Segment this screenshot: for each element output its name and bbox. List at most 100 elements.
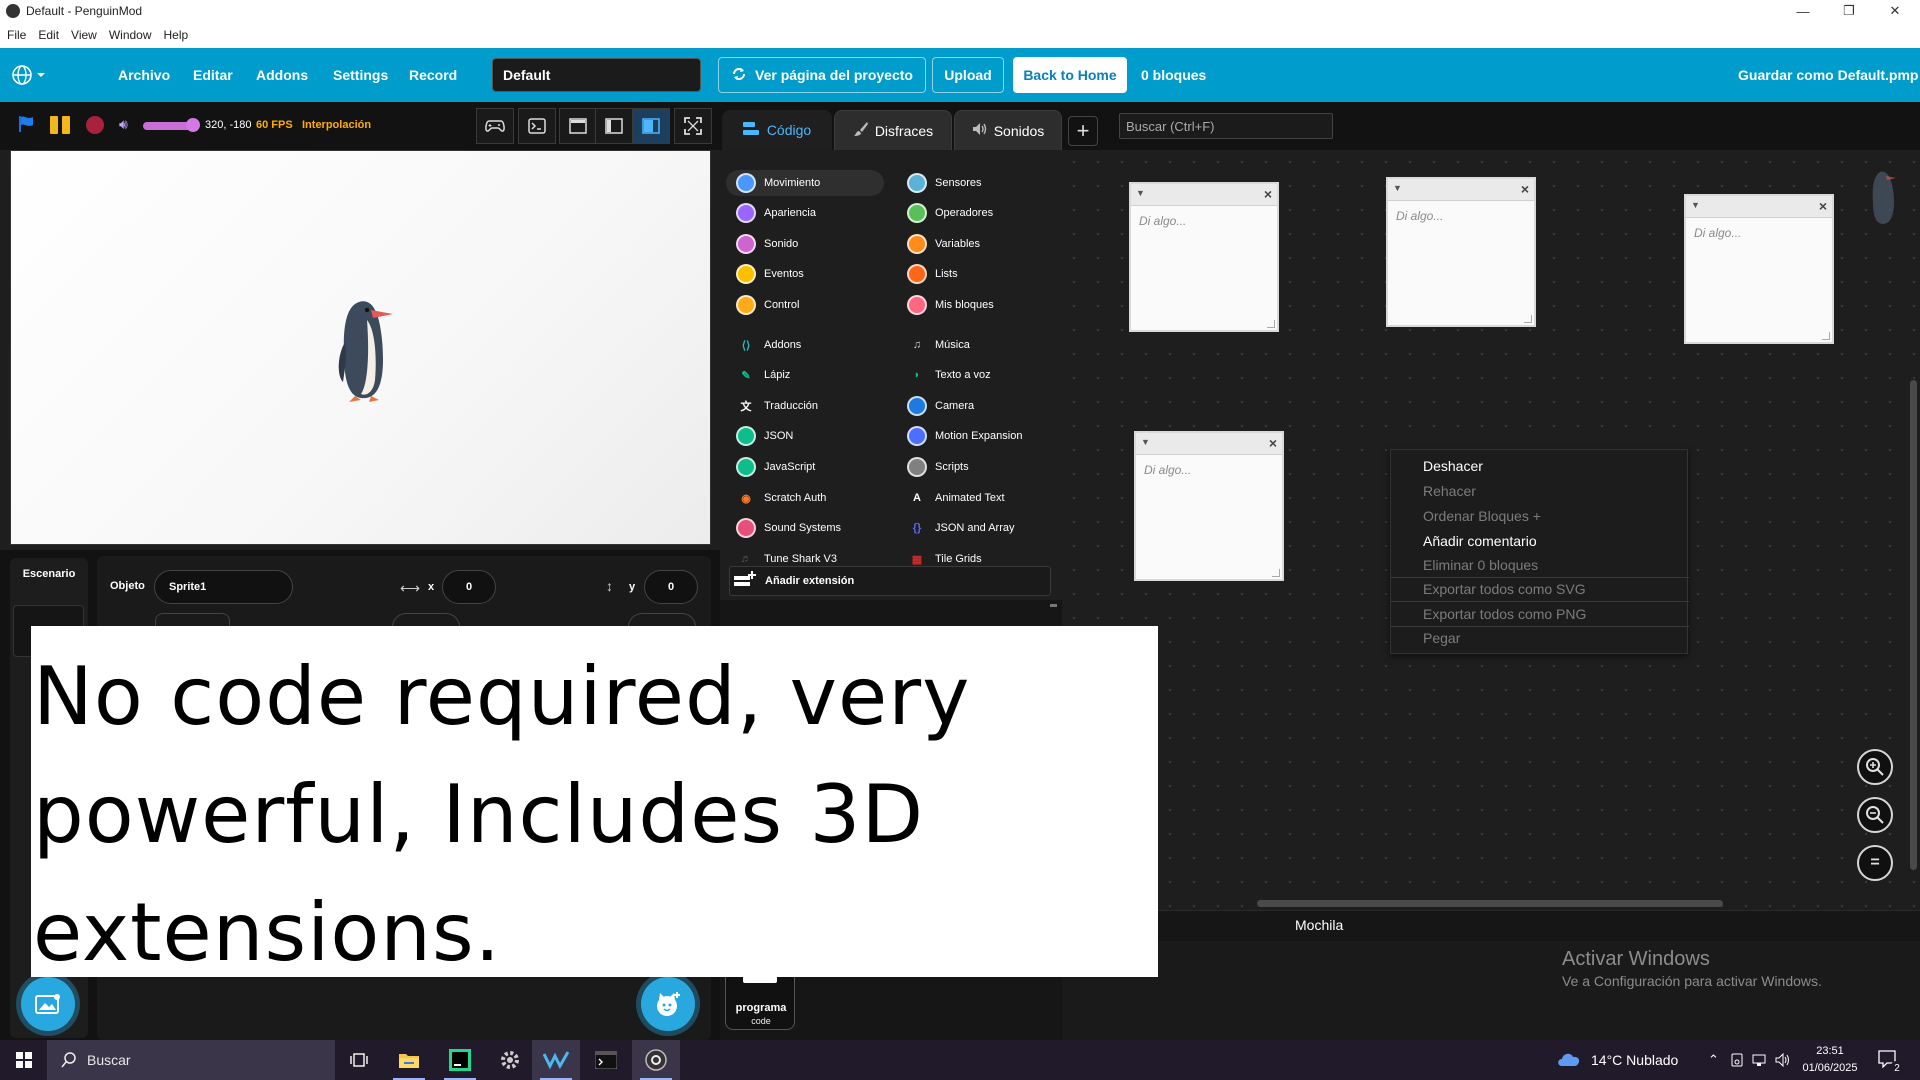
category-addons[interactable]: ⟨⟩ Addons	[726, 332, 884, 358]
block-search-input[interactable]: Buscar (Ctrl+F)	[1119, 113, 1333, 139]
close-comment-icon[interactable]: ×	[1521, 181, 1529, 197]
windows-start-icon[interactable]	[0, 1040, 48, 1080]
menu-editar[interactable]: Editar	[193, 48, 233, 102]
size-input[interactable]	[392, 613, 460, 627]
backpack-header[interactable]: Mochila	[1062, 910, 1920, 941]
comment-text[interactable]: Di algo...	[1136, 455, 1282, 485]
collapse-arrow-icon[interactable]: ▼	[1691, 200, 1700, 210]
add-backdrop-button[interactable]	[21, 977, 75, 1031]
menu-item-undo[interactable]: Deshacer	[1423, 458, 1483, 474]
menu-edit[interactable]: Edit	[38, 28, 59, 42]
taskbar-search[interactable]: Buscar	[47, 1040, 335, 1080]
close-comment-icon[interactable]: ×	[1819, 198, 1827, 214]
close-button[interactable]: ✕	[1872, 0, 1918, 22]
language-globe-icon[interactable]	[12, 48, 46, 102]
resize-handle[interactable]	[1524, 315, 1532, 323]
menu-record[interactable]: Record	[409, 48, 457, 102]
category-eventos[interactable]: Eventos	[726, 261, 884, 287]
project-title-input[interactable]: Default	[492, 58, 701, 92]
weather-cloud-icon[interactable]	[1556, 1049, 1582, 1072]
palette-scrollbar[interactable]	[1050, 604, 1057, 607]
category-lapiz[interactable]: ✎ Lápiz	[726, 362, 884, 388]
category-musica[interactable]: ♫ Música	[897, 332, 1057, 358]
tab-sounds[interactable]: Sonidos	[954, 110, 1062, 150]
resize-handle[interactable]	[1272, 569, 1280, 577]
network-icon[interactable]	[1752, 1040, 1768, 1080]
upload-button[interactable]: Upload	[932, 57, 1004, 93]
menu-item-delete-blocks[interactable]: Eliminar 0 bloques	[1423, 557, 1538, 573]
menu-window[interactable]: Window	[109, 28, 152, 42]
tray-chevron-icon[interactable]: ⌃	[1708, 1040, 1719, 1080]
comment-note[interactable]: ▼ × Di algo...	[1134, 431, 1284, 581]
category-camera[interactable]: Camera	[897, 393, 1057, 419]
resize-handle[interactable]	[1822, 332, 1830, 340]
large-stage-icon[interactable]	[632, 108, 670, 144]
category-control[interactable]: Control	[726, 292, 884, 318]
volume-icon[interactable]: 🔊︎	[119, 116, 128, 133]
volume-slider-knob[interactable]	[186, 118, 200, 132]
speaker-tray-icon[interactable]	[1775, 1040, 1791, 1080]
category-operadores[interactable]: Operadores	[897, 200, 1057, 226]
menu-item-paste[interactable]: Pegar	[1423, 630, 1460, 646]
weather-text[interactable]: 14°C Nublado	[1591, 1040, 1678, 1080]
x-position-input[interactable]: 0	[442, 570, 496, 604]
comment-text[interactable]: Di algo...	[1388, 201, 1534, 231]
menu-help[interactable]: Help	[164, 28, 189, 42]
collapse-arrow-icon[interactable]: ▼	[1393, 183, 1402, 193]
settings-gear-icon[interactable]	[486, 1040, 534, 1080]
comment-note[interactable]: ▼ × Di algo...	[1684, 194, 1834, 344]
normal-stage-icon[interactable]	[595, 108, 633, 144]
direction-input[interactable]	[628, 613, 696, 627]
category-sonido[interactable]: Sonido	[726, 231, 884, 257]
collapse-arrow-icon[interactable]: ▼	[1136, 188, 1145, 198]
task-view-icon[interactable]	[335, 1040, 383, 1080]
category-lists[interactable]: Lists	[897, 261, 1057, 287]
comment-note[interactable]: ▼ × Di algo...	[1129, 182, 1279, 332]
visual-studio-code-icon[interactable]	[532, 1040, 580, 1080]
console-icon[interactable]	[518, 108, 556, 144]
add-tab-button[interactable]: +	[1068, 116, 1098, 146]
fullscreen-icon[interactable]	[674, 108, 712, 144]
category-variables[interactable]: Variables	[897, 231, 1057, 257]
small-stage-icon[interactable]	[559, 108, 597, 144]
menu-item-export-png[interactable]: Exportar todos como PNG	[1423, 606, 1586, 622]
stop-icon[interactable]	[86, 116, 104, 134]
menu-item-redo[interactable]: Rehacer	[1423, 483, 1476, 499]
close-comment-icon[interactable]: ×	[1269, 435, 1277, 451]
category-sound-systems[interactable]: Sound Systems	[726, 515, 884, 541]
category-scratch-auth[interactable]: ◉ Scratch Auth	[726, 485, 884, 511]
workspace-horizontal-scrollbar[interactable]	[1257, 900, 1723, 907]
menu-item-export-svg[interactable]: Exportar todos como SVG	[1423, 581, 1586, 597]
green-flag-icon[interactable]	[17, 115, 35, 133]
penguin-sprite[interactable]	[331, 296, 403, 402]
menu-item-add-comment[interactable]: Añadir comentario	[1423, 533, 1537, 549]
taskbar-clock[interactable]: 23:51 01/06/2025	[1798, 1043, 1862, 1077]
category-texto-a-voz[interactable]: ◗ Texto a voz	[897, 362, 1057, 388]
file-explorer-icon[interactable]	[385, 1040, 433, 1080]
category-javascript[interactable]: JavaScript	[726, 454, 884, 480]
add-extension-button[interactable]: Añadir extensión	[729, 566, 1051, 596]
menu-item-clean-up[interactable]: Ordenar Bloques +	[1423, 508, 1541, 524]
category-animated-text[interactable]: A Animated Text	[897, 485, 1057, 511]
comment-note[interactable]: ▼ × Di algo...	[1386, 177, 1536, 327]
category-movimiento[interactable]: Movimiento	[726, 170, 884, 196]
close-comment-icon[interactable]: ×	[1264, 186, 1272, 202]
save-as-button[interactable]: Guardar como Default.pmp	[1738, 48, 1918, 102]
zoom-reset-button[interactable]: =	[1857, 845, 1893, 881]
category-json-and-array[interactable]: {} JSON and Array	[897, 515, 1057, 541]
zoom-out-button[interactable]	[1857, 797, 1893, 833]
category-scripts[interactable]: Scripts	[897, 454, 1057, 480]
gamepad-icon[interactable]	[476, 108, 514, 144]
stage-canvas[interactable]	[10, 150, 711, 545]
comment-text[interactable]: Di algo...	[1686, 218, 1832, 248]
resize-handle[interactable]	[1267, 320, 1275, 328]
menu-addons[interactable]: Addons	[256, 48, 308, 102]
menu-file[interactable]: File	[7, 28, 26, 42]
tab-code[interactable]: Código	[722, 110, 832, 150]
menu-view[interactable]: View	[71, 28, 97, 42]
category-motion-expansion[interactable]: Motion Expansion	[897, 423, 1057, 449]
menu-archivo[interactable]: Archivo	[118, 48, 170, 102]
category-traduccion[interactable]: 文 Traducción	[726, 393, 884, 419]
pause-icon[interactable]	[50, 116, 70, 134]
maximize-button[interactable]: ❐	[1826, 0, 1872, 22]
